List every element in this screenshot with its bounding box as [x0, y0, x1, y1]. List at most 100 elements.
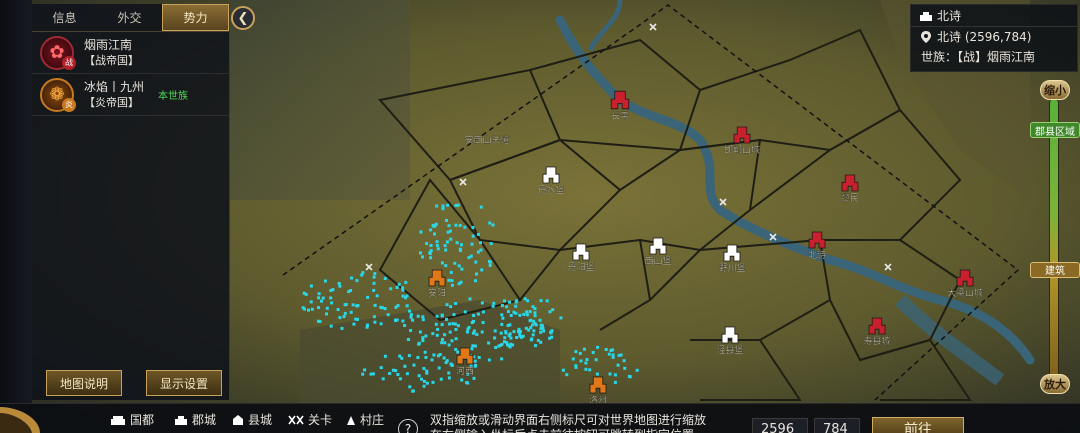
zoom-out-button[interactable]: 缩小: [1040, 80, 1070, 100]
troop-dot: [363, 368, 367, 372]
troop-dot: [435, 314, 439, 318]
map-help-button[interactable]: 地图说明: [46, 370, 122, 396]
troop-dot: [411, 318, 415, 322]
troop-dot: [337, 282, 341, 285]
display-settings-button[interactable]: 显示设置: [146, 370, 222, 396]
coord-x-input[interactable]: 2596: [752, 418, 808, 433]
troop-dot: [488, 221, 492, 225]
troop-dot: [421, 318, 425, 322]
troop-dot: [489, 242, 493, 246]
troop-dot: [409, 315, 413, 319]
troop-dot: [471, 344, 475, 348]
troop-dot: [398, 377, 402, 381]
troop-dot: [441, 207, 445, 211]
zoom-level-building[interactable]: 建筑: [1030, 261, 1080, 278]
location-info-box: 北诗 北诗 (2596,784) 世族：【战】烟雨江南: [910, 4, 1078, 72]
troop-dot: [450, 364, 454, 367]
troop-dot: [422, 384, 426, 388]
troop-dot: [561, 368, 565, 372]
troop-dot: [518, 313, 522, 317]
troop-dot: [329, 324, 333, 328]
faction-name: 冰焰丨九州: [84, 79, 145, 94]
legend-label: 村庄: [360, 413, 385, 427]
troop-dot: [310, 307, 314, 311]
troop-dot: [435, 244, 439, 247]
troop-dot: [533, 314, 537, 318]
troop-dot: [454, 204, 458, 207]
troop-dot: [525, 313, 529, 317]
troop-dot: [435, 204, 439, 208]
troop-dot: [430, 358, 434, 362]
troop-dot: [440, 323, 444, 327]
troop-dot: [479, 248, 483, 252]
troop-dot: [475, 332, 479, 336]
troop-dot: [373, 303, 377, 307]
faction-row[interactable]: ❁ 炎 冰焰丨九州 【炎帝国】 本世族: [32, 74, 229, 116]
troop-dot: [474, 279, 477, 283]
troop-dot: [481, 310, 485, 314]
zoom-level-region[interactable]: 郡县区域: [1030, 122, 1080, 138]
zoom-slider[interactable]: 缩小 郡县区域 建筑 放大: [1030, 78, 1080, 400]
troop-dot: [473, 344, 477, 348]
menu-orb-icon[interactable]: [0, 403, 40, 433]
faction-name: 烟雨江南: [84, 37, 133, 52]
troop-dot: [530, 337, 534, 341]
troop-dot: [584, 361, 588, 365]
city-label: 邯郸山城: [724, 144, 760, 156]
troop-dot: [509, 314, 513, 317]
troop-dot: [320, 299, 323, 303]
troop-dot: [417, 374, 421, 378]
collapse-panel-button[interactable]: ❮: [231, 6, 255, 30]
troop-dot: [466, 381, 470, 385]
legend-prefecture: 郡城: [174, 411, 216, 428]
troop-dot: [439, 377, 443, 381]
city-label: 河西: [456, 365, 474, 377]
troop-dot: [480, 268, 484, 272]
faction-names: 冰焰丨九州 【炎帝国】: [84, 80, 144, 110]
troop-dot: [526, 299, 530, 303]
troop-dot: [355, 304, 359, 308]
coord-y-input[interactable]: 784: [814, 418, 860, 433]
troop-dot: [585, 358, 589, 361]
goto-button[interactable]: 前往: [872, 417, 964, 433]
troop-dot: [446, 203, 450, 207]
troop-dot: [394, 318, 398, 322]
tab-info[interactable]: 信息: [32, 4, 97, 31]
troop-dot: [412, 363, 416, 367]
help-icon[interactable]: ?: [398, 419, 418, 433]
troop-dot: [617, 353, 621, 357]
troop-dot: [406, 338, 410, 341]
legend-village: 村庄: [346, 411, 384, 428]
troop-dot: [454, 302, 458, 305]
tab-diplomacy[interactable]: 外交: [97, 4, 162, 31]
zoom-track[interactable]: [1049, 98, 1059, 388]
troop-dot: [584, 367, 588, 371]
troop-dot: [476, 232, 480, 236]
troop-dot: [596, 345, 600, 349]
troop-dot: [518, 332, 522, 336]
troop-dot: [459, 280, 463, 284]
zoom-in-button[interactable]: 放大: [1040, 374, 1070, 394]
troop-dot: [351, 303, 355, 307]
chevron-left-icon: ❮: [237, 10, 249, 26]
location-clan: 世族：【战】烟雨江南: [921, 50, 1036, 64]
troop-dot: [481, 321, 485, 324]
faction-row[interactable]: ✿ 战 烟雨江南 【战帝国】: [32, 32, 229, 74]
troop-dot: [450, 279, 454, 283]
troop-dot: [474, 260, 478, 264]
troop-dot: [421, 255, 424, 259]
troop-dot: [433, 232, 436, 236]
troop-dot: [452, 313, 456, 317]
troop-dot: [628, 375, 632, 379]
troop-dot: [379, 366, 383, 370]
troop-dot: [582, 347, 586, 351]
troop-dot: [477, 356, 481, 359]
tab-forces[interactable]: 势力: [162, 4, 229, 31]
troop-dot: [472, 329, 476, 333]
troop-dot: [503, 299, 506, 303]
troop-dot: [429, 249, 433, 253]
troop-dot: [437, 366, 441, 370]
troop-dot: [450, 339, 454, 343]
troop-dot: [436, 327, 440, 331]
troop-dot: [458, 247, 462, 251]
